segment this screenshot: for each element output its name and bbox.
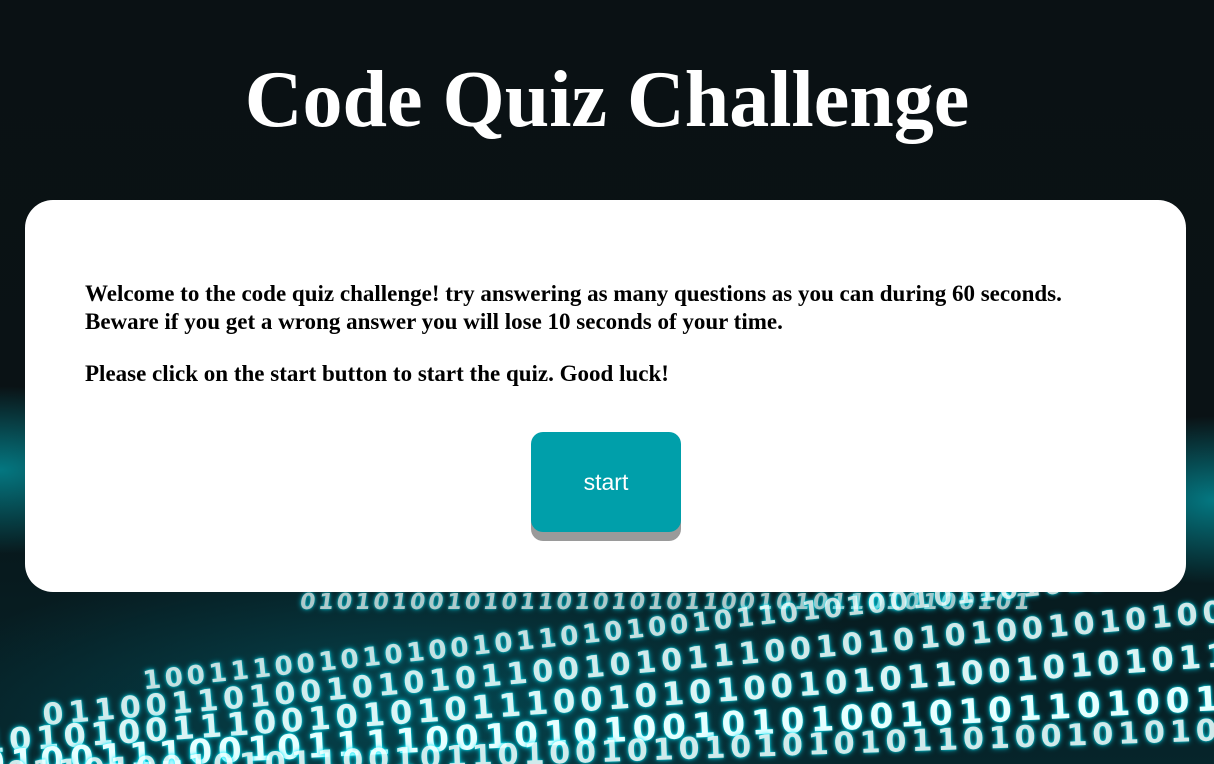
intro-line-2: Beware if you get a wrong answer you wil… [85,309,783,334]
instruction-text: Please click on the start button to star… [85,361,669,386]
page-title: Code Quiz Challenge [244,56,970,144]
intro-card: Welcome to the code quiz challenge! try … [25,200,1186,592]
intro-line-1: Welcome to the code quiz challenge! try … [85,281,1062,306]
intro-text: Welcome to the code quiz challenge! try … [85,280,1145,336]
start-button[interactable]: start [531,432,681,532]
binary-wave-decoration: 0101010010101101010101100101011010100101… [0,590,1214,764]
